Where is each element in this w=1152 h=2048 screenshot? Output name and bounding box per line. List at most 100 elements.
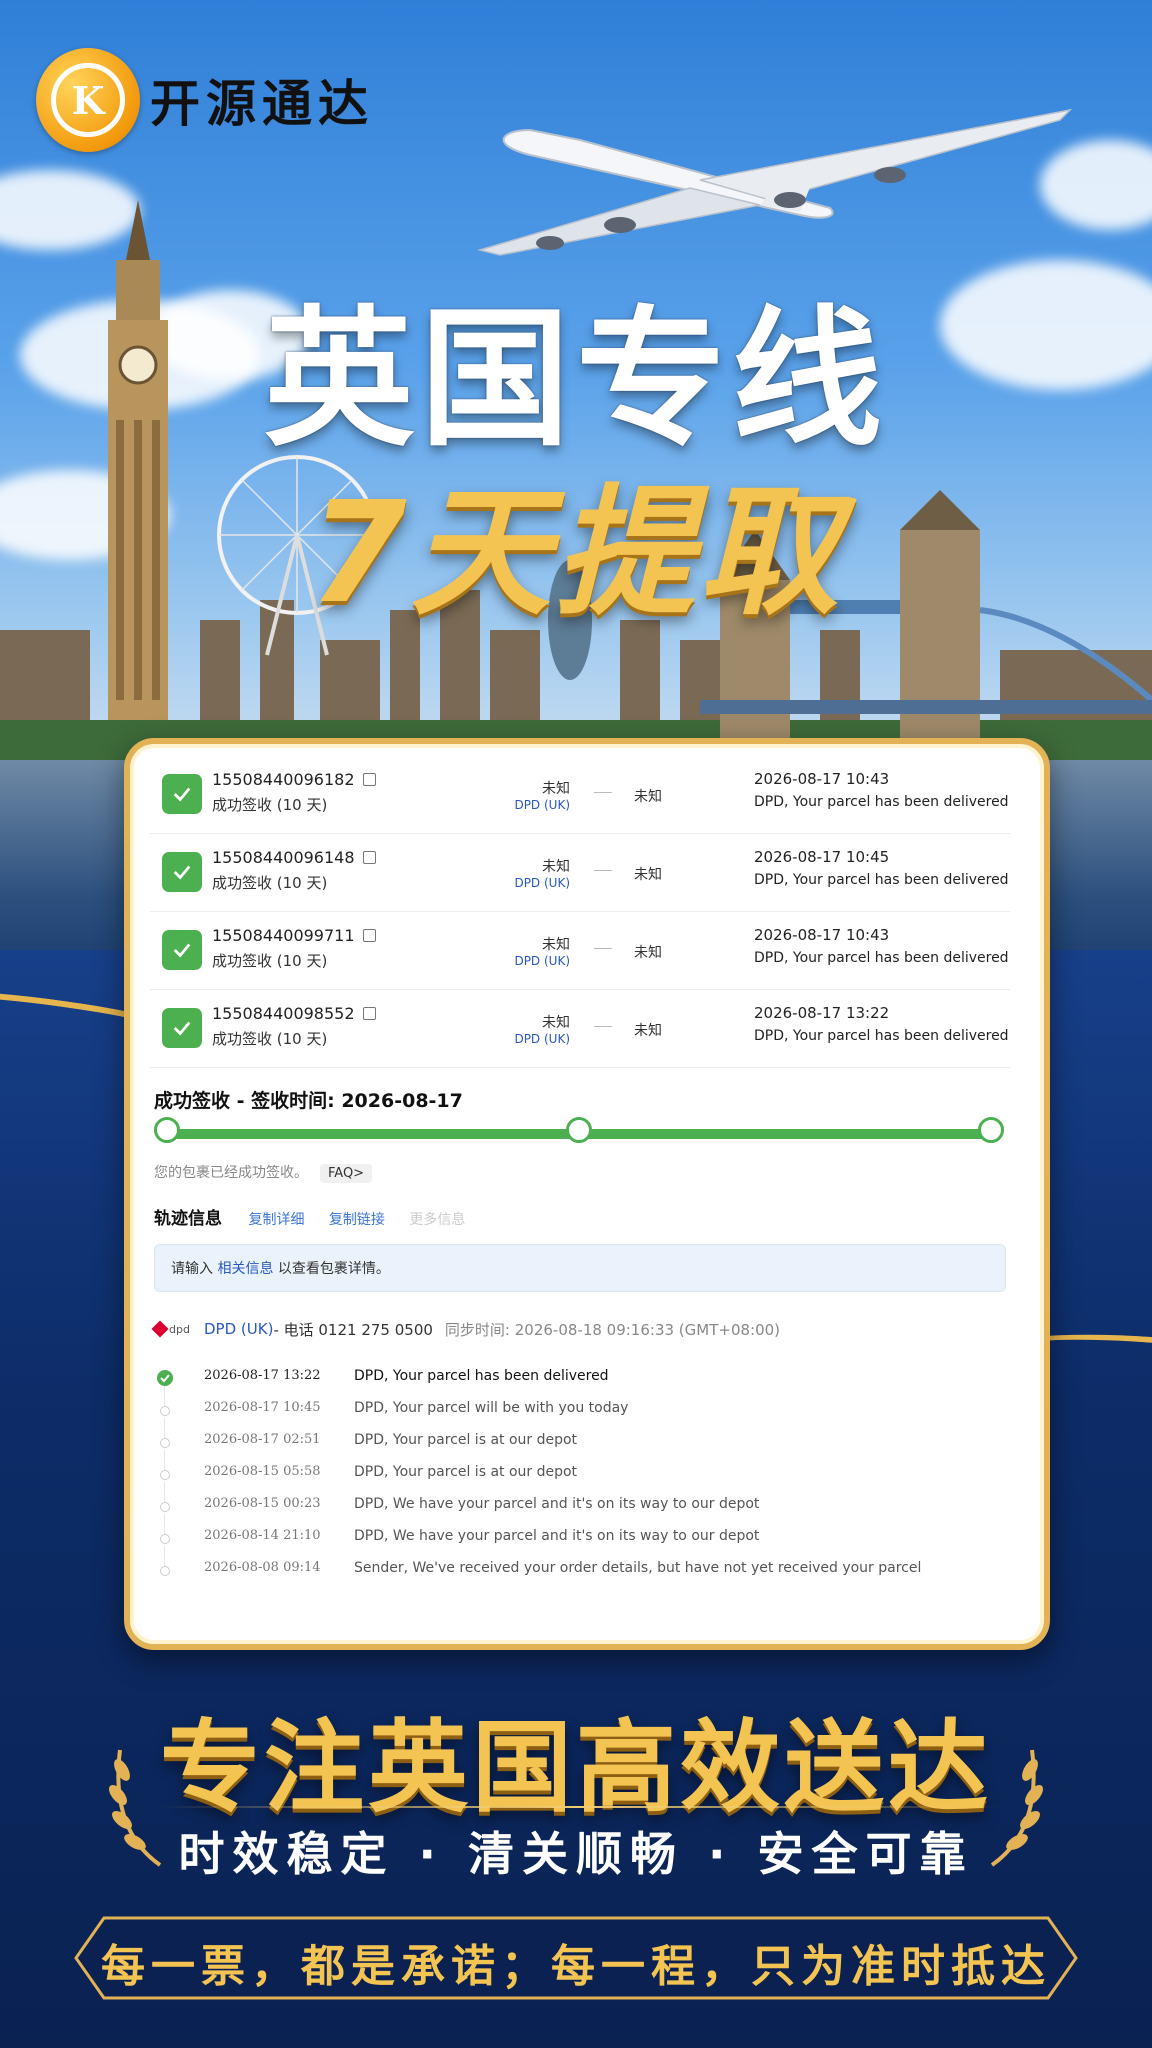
event-time: 2026-08-14 21:10 bbox=[204, 1528, 321, 1543]
route-arrow-icon bbox=[594, 1026, 612, 1027]
origin-country: 未知 bbox=[542, 1015, 570, 1031]
timeline-event: 2026-08-15 05:58 DPD, Your parcel is at o… bbox=[154, 1460, 1014, 1502]
dpd-cube-icon bbox=[151, 1320, 169, 1338]
feature-list: 时效稳定 · 清关顺畅 · 安全可靠 bbox=[178, 1827, 974, 1881]
tracking-card: 15508440096182 成功签收 (10 天) 未知 DPD (UK) 未知 202… bbox=[124, 738, 1050, 1650]
tracking-number: 15508440098552 bbox=[212, 1004, 376, 1023]
tracking-number-text: 15508440096182 bbox=[212, 770, 355, 789]
sync-time: 同步时间: 2026-08-18 09:16:33 (GMT+08:00) bbox=[444, 1320, 781, 1339]
copy-detail-link[interactable]: 复制详细 bbox=[248, 1212, 304, 1228]
info-notice: 请输入 相关信息 以查看包裹详情。 bbox=[154, 1244, 1006, 1292]
event-time: 2026-08-08 09:14 bbox=[204, 1560, 321, 1575]
event-time: 2026-08-17 13:22 bbox=[204, 1368, 321, 1383]
gold-divider bbox=[160, 1806, 1000, 1808]
timeline-event: 2026-08-17 13:22 DPD, Your parcel has bee… bbox=[154, 1364, 1014, 1406]
event-text: DPD, We have your parcel and it's on its… bbox=[354, 1496, 760, 1512]
progress-mid-node bbox=[566, 1117, 592, 1143]
event-time: 2026-08-15 00:23 bbox=[204, 1496, 321, 1511]
shipment-status: 成功签收 (10 天) bbox=[212, 874, 328, 892]
notice-text-after: 以查看包裹详情。 bbox=[273, 1261, 390, 1277]
poster: K 开源通达 英国专线 7天提取 15508440096182 成功签收 (10 … bbox=[0, 0, 1152, 2048]
shipment-row[interactable]: 15508440098552 成功签收 (10 天) 未知 DPD (UK) 未知 202… bbox=[150, 990, 1010, 1068]
copy-icon[interactable] bbox=[362, 851, 376, 864]
event-dot-icon bbox=[160, 1534, 170, 1544]
route-arrow-icon bbox=[594, 870, 612, 871]
copy-icon[interactable] bbox=[362, 929, 376, 942]
latest-event-message: DPD, Your parcel has been delivered bbox=[754, 1028, 1009, 1044]
carrier-phone: - 电话 0121 275 0500 bbox=[273, 1320, 433, 1339]
latest-event-message: DPD, Your parcel has been delivered bbox=[754, 872, 1009, 888]
delivered-check-icon bbox=[162, 930, 202, 970]
dpd-logo-icon: dpd bbox=[151, 1318, 194, 1340]
notice-text-before: 请输入 bbox=[171, 1261, 218, 1277]
brand-emblem-icon: K bbox=[36, 48, 140, 152]
destination-country: 未知 bbox=[634, 945, 662, 961]
copy-icon[interactable] bbox=[362, 773, 376, 786]
carrier-link[interactable]: DPD (UK) bbox=[480, 954, 570, 968]
origin-country: 未知 bbox=[542, 859, 570, 875]
destination-country: 未知 bbox=[634, 1023, 662, 1039]
carrier-name-link[interactable]: DPD (UK) bbox=[204, 1320, 273, 1338]
latest-event-message: DPD, Your parcel has been delivered bbox=[754, 950, 1009, 966]
promise-banner-text: 每一票，都是承诺；每一程，只为准时抵达 bbox=[101, 1941, 1051, 1992]
timeline-event: 2026-08-08 09:14 Sender, We've received y… bbox=[154, 1556, 1014, 1588]
tracking-number: 15508440096148 bbox=[212, 848, 376, 867]
event-text: DPD, Your parcel is at our depot bbox=[354, 1432, 578, 1448]
delivered-check-icon bbox=[162, 852, 202, 892]
latest-event-message: DPD, Your parcel has been delivered bbox=[754, 794, 1009, 810]
event-dot-icon bbox=[160, 1438, 170, 1448]
latest-event-time: 2026-08-17 10:43 bbox=[754, 770, 890, 788]
event-text: DPD, Your parcel will be with you today bbox=[354, 1400, 629, 1416]
brand-logo: K 开源通达 bbox=[36, 48, 374, 152]
tab-track-info[interactable]: 轨迹信息 bbox=[154, 1209, 222, 1229]
carrier-link[interactable]: DPD (UK) bbox=[480, 876, 570, 890]
event-dot-icon bbox=[160, 1406, 170, 1416]
origin-country: 未知 bbox=[542, 937, 570, 953]
tracking-number-text: 15508440099711 bbox=[212, 926, 355, 945]
related-info-link[interactable]: 相关信息 bbox=[217, 1261, 273, 1277]
event-check-icon bbox=[157, 1370, 173, 1386]
faq-button[interactable]: FAQ> bbox=[320, 1164, 373, 1183]
shipment-status: 成功签收 (10 天) bbox=[212, 1030, 328, 1048]
event-text: Sender, We've received your order detail… bbox=[354, 1560, 922, 1576]
shipment-row[interactable]: 15508440096148 成功签收 (10 天) 未知 DPD (UK) 未知 202… bbox=[150, 834, 1010, 912]
copy-icon[interactable] bbox=[362, 1007, 376, 1020]
latest-event-time: 2026-08-17 10:43 bbox=[754, 926, 890, 944]
origin-country: 未知 bbox=[542, 781, 570, 797]
delivery-status-title: 成功签收 - 签收时间: 2026-08-17 bbox=[154, 1090, 463, 1112]
tracking-number-text: 15508440096148 bbox=[212, 848, 355, 867]
route-arrow-icon bbox=[594, 792, 612, 793]
destination-country: 未知 bbox=[634, 789, 662, 805]
timeline-event: 2026-08-17 10:45 DPD, Your parcel will be… bbox=[154, 1396, 1014, 1438]
carrier-link[interactable]: DPD (UK) bbox=[480, 798, 570, 812]
track-tabs: 轨迹信息 复制详细 复制链接 更多信息 bbox=[154, 1204, 465, 1229]
event-text: DPD, Your parcel is at our depot bbox=[354, 1464, 578, 1480]
shipment-list: 15508440096182 成功签收 (10 天) 未知 DPD (UK) 未知 202… bbox=[150, 756, 1010, 1068]
timeline-event: 2026-08-14 21:10 DPD, We have your parcel… bbox=[154, 1524, 1014, 1566]
tracking-timeline: 2026-08-17 13:22 DPD, Your parcel has bee… bbox=[154, 1364, 1014, 1588]
event-time: 2026-08-15 05:58 bbox=[204, 1464, 321, 1479]
shipment-row[interactable]: 15508440099711 成功签收 (10 天) 未知 DPD (UK) 未知 202… bbox=[150, 912, 1010, 990]
event-text: DPD, Your parcel has been delivered bbox=[354, 1368, 609, 1384]
event-dot-icon bbox=[160, 1502, 170, 1512]
event-time: 2026-08-17 10:45 bbox=[204, 1400, 321, 1415]
delivered-check-icon bbox=[162, 774, 202, 814]
shipment-row[interactable]: 15508440096182 成功签收 (10 天) 未知 DPD (UK) 未知 202… bbox=[150, 756, 1010, 834]
slogan: 专注英国高效送达 bbox=[160, 1709, 992, 1826]
airplane-image bbox=[477, 108, 1073, 256]
timeline-event: 2026-08-15 00:23 DPD, We have your parcel… bbox=[154, 1492, 1014, 1534]
carrier-link[interactable]: DPD (UK) bbox=[480, 1032, 570, 1046]
copy-link-link[interactable]: 复制链接 bbox=[329, 1212, 385, 1228]
progress-end-node bbox=[978, 1117, 1004, 1143]
shipment-status: 成功签收 (10 天) bbox=[212, 796, 328, 814]
more-info-link[interactable]: 更多信息 bbox=[409, 1212, 465, 1228]
event-time: 2026-08-17 02:51 bbox=[204, 1432, 321, 1447]
headline-subtitle: 7天提取 bbox=[309, 472, 843, 635]
carrier-line: dpd DPD (UK) - 电话 0121 275 0500 同步时间: 20… bbox=[151, 1318, 781, 1340]
timeline-event: 2026-08-17 02:51 DPD, Your parcel is at o… bbox=[154, 1428, 1014, 1470]
tracking-number: 15508440096182 bbox=[212, 770, 376, 789]
latest-event-time: 2026-08-17 13:22 bbox=[754, 1004, 890, 1022]
event-text: DPD, We have your parcel and it's on its… bbox=[354, 1528, 760, 1544]
dpd-logo-text: dpd bbox=[169, 1322, 190, 1336]
delivery-hint-text: 您的包裹已经成功签收。 bbox=[154, 1165, 308, 1181]
